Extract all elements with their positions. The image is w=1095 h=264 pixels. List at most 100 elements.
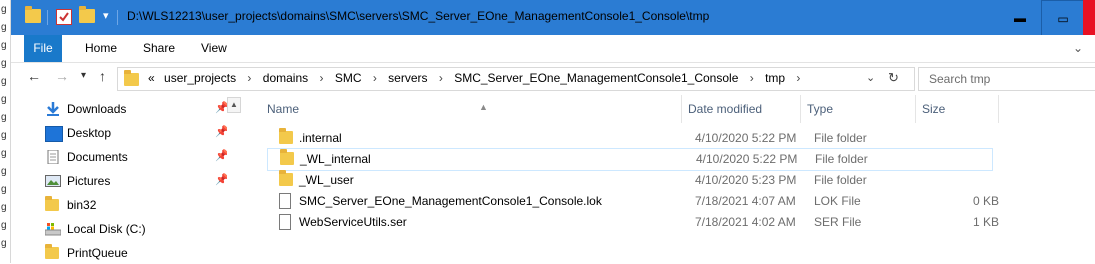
file-type: File folder [814, 173, 867, 187]
maximize-button[interactable]: ▭ [1041, 0, 1085, 37]
new-folder-icon[interactable] [79, 6, 95, 23]
up-button[interactable]: ↑ [99, 68, 106, 84]
refresh-button[interactable]: ↻ [888, 70, 899, 86]
file-icon [279, 193, 291, 209]
minimize-button[interactable]: ▬ [999, 0, 1041, 35]
file-type: SER File [814, 215, 862, 229]
column-header-name[interactable]: Name ▲ [261, 95, 682, 123]
file-type: File folder [814, 131, 867, 145]
nav-item-local-disk[interactable]: Local Disk (C:) [45, 218, 241, 240]
file-type: File folder [815, 152, 868, 166]
address-bar[interactable]: « user_projects › domains › SMC › server… [117, 67, 915, 91]
divider [47, 10, 48, 25]
folder-icon [279, 170, 293, 186]
nav-item-label: Desktop [67, 126, 112, 140]
file-date: 4/10/2020 5:23 PM [695, 173, 797, 187]
breadcrumb-separator[interactable]: › [439, 71, 443, 85]
search-box[interactable] [918, 67, 1095, 91]
nav-item-label: PrintQueue [67, 246, 128, 260]
nav-item-documents[interactable]: Documents 📌 [45, 146, 241, 168]
file-name: _WL_internal [300, 152, 371, 166]
documents-icon [47, 150, 59, 164]
breadcrumb-item-smc[interactable]: SMC [335, 71, 362, 85]
breadcrumb-item-server-folder[interactable]: SMC_Server_EOne_ManagementConsole1_Conso… [454, 71, 738, 85]
column-header-size[interactable]: Size [916, 95, 999, 123]
chevron-down-icon: ▾ [81, 70, 87, 81]
file-date: 7/18/2021 4:02 AM [695, 215, 796, 229]
nav-item-label: bin32 [67, 198, 97, 212]
file-name: .internal [299, 131, 342, 145]
breadcrumb: « user_projects › domains › SMC › server… [148, 71, 808, 85]
breadcrumb-item-servers[interactable]: servers [388, 71, 427, 85]
nav-item-printqueue[interactable]: PrintQueue [45, 242, 241, 264]
breadcrumb-separator[interactable]: › [373, 71, 377, 85]
minimize-icon: ▬ [1014, 10, 1026, 25]
tab-share[interactable]: Share [143, 35, 175, 62]
breadcrumb-item-tmp[interactable]: tmp [765, 71, 785, 85]
expand-ribbon-icon[interactable]: ⌄ [1073, 41, 1083, 55]
nav-item-downloads[interactable]: Downloads 📌 [45, 98, 241, 120]
window-folder-icon [25, 6, 41, 23]
properties-icon[interactable] [56, 9, 72, 25]
table-row[interactable]: WebServiceUtils.ser 7/18/2021 4:02 AM SE… [267, 212, 999, 233]
nav-item-desktop[interactable]: Desktop 📌 [45, 122, 241, 144]
recent-locations-button[interactable]: ▾ [81, 70, 86, 81]
search-input[interactable] [927, 71, 1081, 87]
nav-item-bin32[interactable]: bin32 [45, 194, 241, 216]
file-date: 7/18/2021 4:07 AM [695, 194, 796, 208]
column-header-label: Type [807, 102, 834, 116]
file-type: LOK File [814, 194, 861, 208]
column-header-date[interactable]: Date modified [682, 95, 801, 123]
customize-quick-access-icon[interactable]: ▾ [103, 9, 109, 22]
back-button[interactable]: ← [27, 68, 41, 84]
folder-icon [45, 196, 59, 211]
breadcrumb-separator[interactable]: › [247, 71, 251, 85]
ribbon: File Home Share View ⌄ [11, 35, 1095, 63]
location-folder-icon [124, 70, 139, 86]
title-bar[interactable]: ▾ D:\WLS12213\user_projects\domains\SMC\… [11, 0, 1095, 37]
chevron-down-icon: ⌄ [866, 72, 876, 84]
window-title: D:\WLS12213\user_projects\domains\SMC\se… [127, 9, 710, 23]
column-header-label: Name [267, 102, 300, 116]
navigation-bar: ← → ▾ ↑ « user_projects › domains › SMC … [11, 63, 1095, 95]
nav-scrollbar[interactable]: ▲ [227, 97, 241, 263]
file-list: Name ▲ Date modified Type Size .internal… [245, 95, 1095, 263]
file-icon [279, 214, 291, 230]
pictures-icon [45, 175, 61, 187]
scroll-up-button[interactable]: ▲ [227, 97, 241, 113]
nav-item-label: Documents [67, 150, 128, 164]
nav-item-pictures[interactable]: Pictures 📌 [45, 170, 241, 192]
breadcrumb-separator[interactable]: › [750, 71, 754, 85]
tab-file[interactable]: File [24, 35, 62, 62]
breadcrumb-separator[interactable]: › [319, 71, 323, 85]
table-row[interactable]: _WL_internal 4/10/2020 5:22 PM File fold… [267, 148, 993, 171]
address-history-button[interactable]: ⌄ [866, 71, 875, 84]
forward-arrow-icon: → [55, 68, 69, 84]
file-name: _WL_user [299, 173, 354, 187]
breadcrumb-item-domains[interactable]: domains [263, 71, 308, 85]
table-row[interactable]: _WL_user 4/10/2020 5:23 PM File folder [267, 170, 991, 191]
folder-icon [45, 244, 59, 259]
folder-icon [280, 149, 294, 165]
breadcrumb-item-user-projects[interactable]: user_projects [164, 71, 236, 85]
tab-home[interactable]: Home [85, 35, 117, 62]
divider [117, 10, 118, 25]
explorer-window: ▾ D:\WLS12213\user_projects\domains\SMC\… [11, 0, 1095, 263]
table-row[interactable]: SMC_Server_EOne_ManagementConsole1_Conso… [267, 191, 999, 212]
desktop-icon [45, 126, 63, 142]
file-name: WebServiceUtils.ser [299, 215, 407, 229]
forward-button[interactable]: → [55, 68, 69, 84]
navigation-pane: Downloads 📌 Desktop 📌 Documents 📌 Pictur… [11, 95, 243, 263]
column-header-type[interactable]: Type [801, 95, 916, 123]
refresh-icon: ↻ [888, 70, 899, 85]
close-button[interactable] [1083, 0, 1095, 35]
sort-ascending-icon: ▲ [479, 102, 488, 112]
file-size: 1 KB [972, 215, 999, 229]
background-window-edge: gggg gggg gggg gg [0, 0, 11, 263]
up-arrow-icon: ↑ [99, 68, 106, 84]
file-date: 4/10/2020 5:22 PM [696, 152, 798, 166]
breadcrumb-overflow[interactable]: « [148, 71, 155, 85]
breadcrumb-separator[interactable]: › [796, 71, 800, 85]
tab-view[interactable]: View [201, 35, 227, 62]
table-row[interactable]: .internal 4/10/2020 5:22 PM File folder [267, 128, 991, 149]
